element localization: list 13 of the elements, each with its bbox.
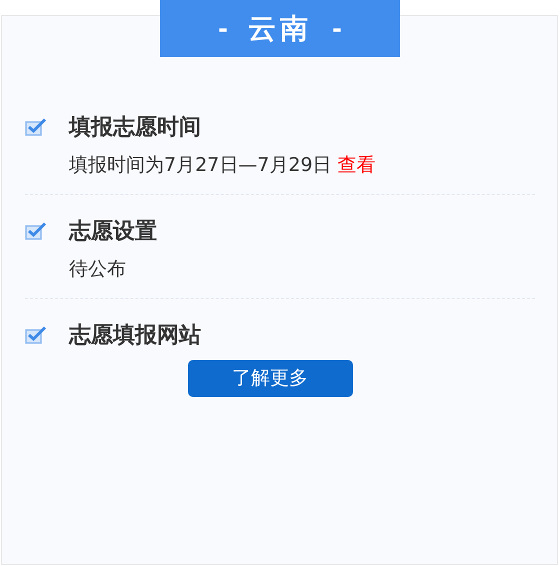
header-title: 云南 (248, 10, 312, 46)
checkbox-tick-icon (25, 118, 47, 136)
header-dash: - (332, 14, 342, 44)
header-dash: - (218, 14, 228, 44)
section-title: 填报志愿时间 (69, 114, 201, 142)
section-text: 待公布 (69, 257, 126, 282)
section-title: 志愿填报网站 (69, 322, 201, 350)
checkbox-tick-icon (25, 222, 47, 240)
section-title: 志愿设置 (69, 218, 157, 246)
checkbox-tick-icon (25, 326, 47, 344)
view-link[interactable]: 查看 (338, 150, 376, 180)
learn-more-button[interactable]: 了解更多 (188, 360, 352, 397)
section-text: 填报时间为7月27日—7月29日 (69, 153, 332, 178)
